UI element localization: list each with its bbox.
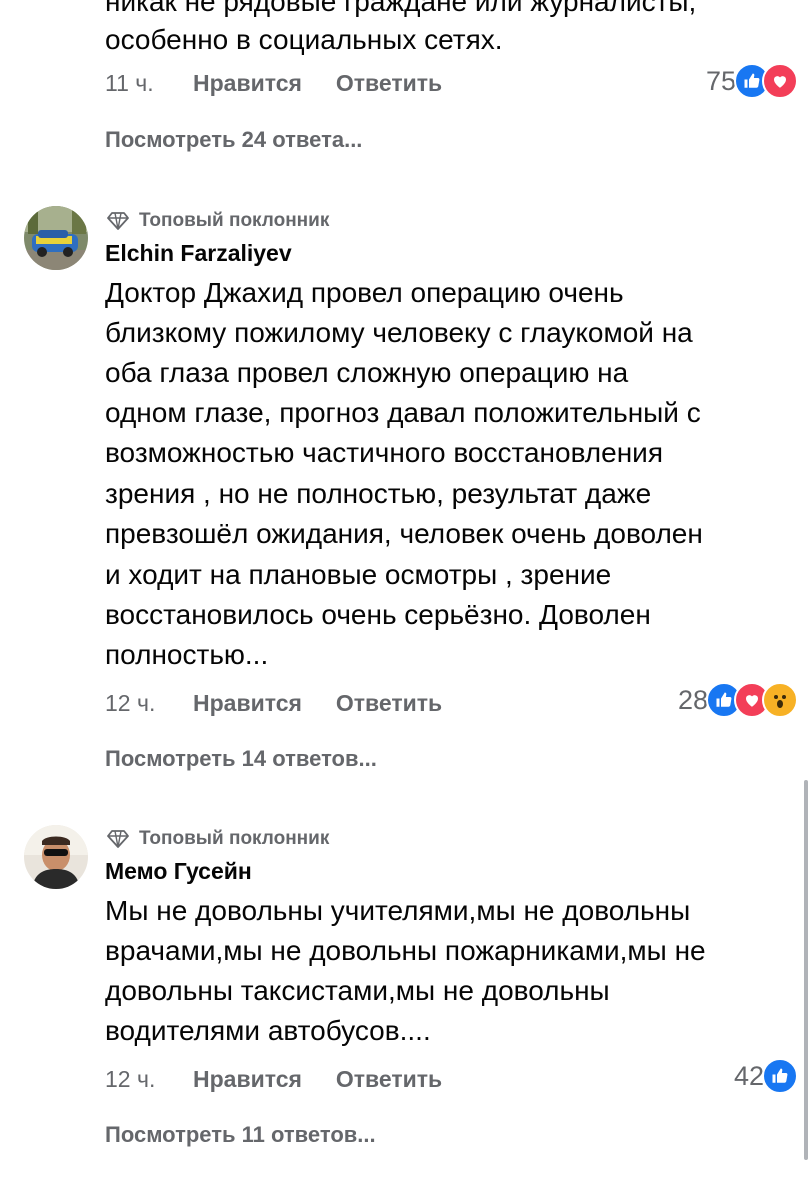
author-name[interactable]: Мемо Гусейн	[105, 858, 252, 885]
comment-text-line: Мы не довольны учителями,мы не довольны	[105, 895, 691, 926]
view-replies-link[interactable]: Посмотреть 24 ответа...	[105, 127, 362, 153]
comment-timestamp: 11 ч.	[105, 69, 154, 96]
diamond-icon	[107, 830, 129, 848]
comment-timestamp: 12 ч.	[105, 1065, 156, 1092]
reactions-summary[interactable]: 75	[706, 63, 798, 99]
like-button[interactable]: Нравится	[193, 70, 302, 97]
comment-text-line: довольны таксистами,мы не довольны	[105, 975, 610, 1006]
comment-text-line: зрения , но не полностью, результат даже	[105, 478, 652, 509]
comment-text-line: никак не рядовые граждане или журналисты…	[105, 0, 697, 17]
comment-text-line: особенно в социальных сетях.	[105, 24, 503, 55]
badge-label: Топовый поклонник	[139, 828, 330, 849]
reaction-count: 28	[677, 684, 708, 715]
comment-actions: 12 ч. Нравится Ответить	[105, 688, 476, 718]
comment-text-line: одном глазе, прогноз давал положительный…	[105, 397, 701, 428]
reply-button[interactable]: Ответить	[336, 690, 442, 717]
wow-icon	[762, 682, 798, 718]
badge-label: Топовый поклонник	[139, 210, 330, 231]
comment-text-line: оба глаза провел сложную операцию на	[105, 357, 629, 388]
reaction-count: 42	[733, 1060, 764, 1091]
reactions-summary[interactable]: 42	[734, 1058, 798, 1094]
reply-button[interactable]: Ответить	[336, 70, 442, 97]
avatar[interactable]	[24, 206, 88, 270]
avatar[interactable]	[24, 825, 88, 889]
comment-actions: 12 ч. Нравится Ответить	[105, 1064, 476, 1094]
view-replies-link[interactable]: Посмотреть 14 ответов...	[105, 746, 377, 772]
reactions-summary[interactable]: 28	[678, 682, 798, 718]
top-fan-badge: Топовый поклонник	[107, 208, 329, 234]
comment-text-line: Доктор Джахид провел операцию очень	[105, 277, 624, 308]
diamond-icon	[107, 212, 129, 230]
like-button[interactable]: Нравится	[193, 690, 302, 717]
scrollbar[interactable]	[804, 780, 808, 1160]
comment-text-line: полностью...	[105, 639, 269, 670]
reply-button[interactable]: Ответить	[336, 1066, 442, 1093]
comment-text-line: водителями автобусов....	[105, 1015, 431, 1046]
comment-text-line: превзошёл ожидания, человек очень доволе…	[105, 518, 703, 549]
like-icon	[762, 1058, 798, 1094]
comment-text-line: врачами,мы не довольны пожарниками,мы не	[105, 935, 706, 966]
comment-timestamp: 12 ч.	[105, 689, 156, 716]
comment-actions: 11 ч. Нравится Ответить	[105, 68, 476, 98]
comment-text-line: возможностью частичного восстановления	[105, 437, 663, 468]
comment-text-line: восстановилось очень серьёзно. Доволен	[105, 599, 651, 630]
comment-text-line: и ходит на плановые осмотры , зрение	[105, 559, 612, 590]
author-name[interactable]: Elchin Farzaliyev	[105, 240, 292, 267]
comment-text-line: близкому пожилому человеку с глаукомой н…	[105, 317, 693, 348]
top-fan-badge: Топовый поклонник	[107, 826, 329, 852]
like-button[interactable]: Нравится	[193, 1066, 302, 1093]
reaction-count: 75	[705, 65, 736, 96]
love-icon	[762, 63, 798, 99]
view-replies-link[interactable]: Посмотреть 11 ответов...	[105, 1122, 376, 1148]
